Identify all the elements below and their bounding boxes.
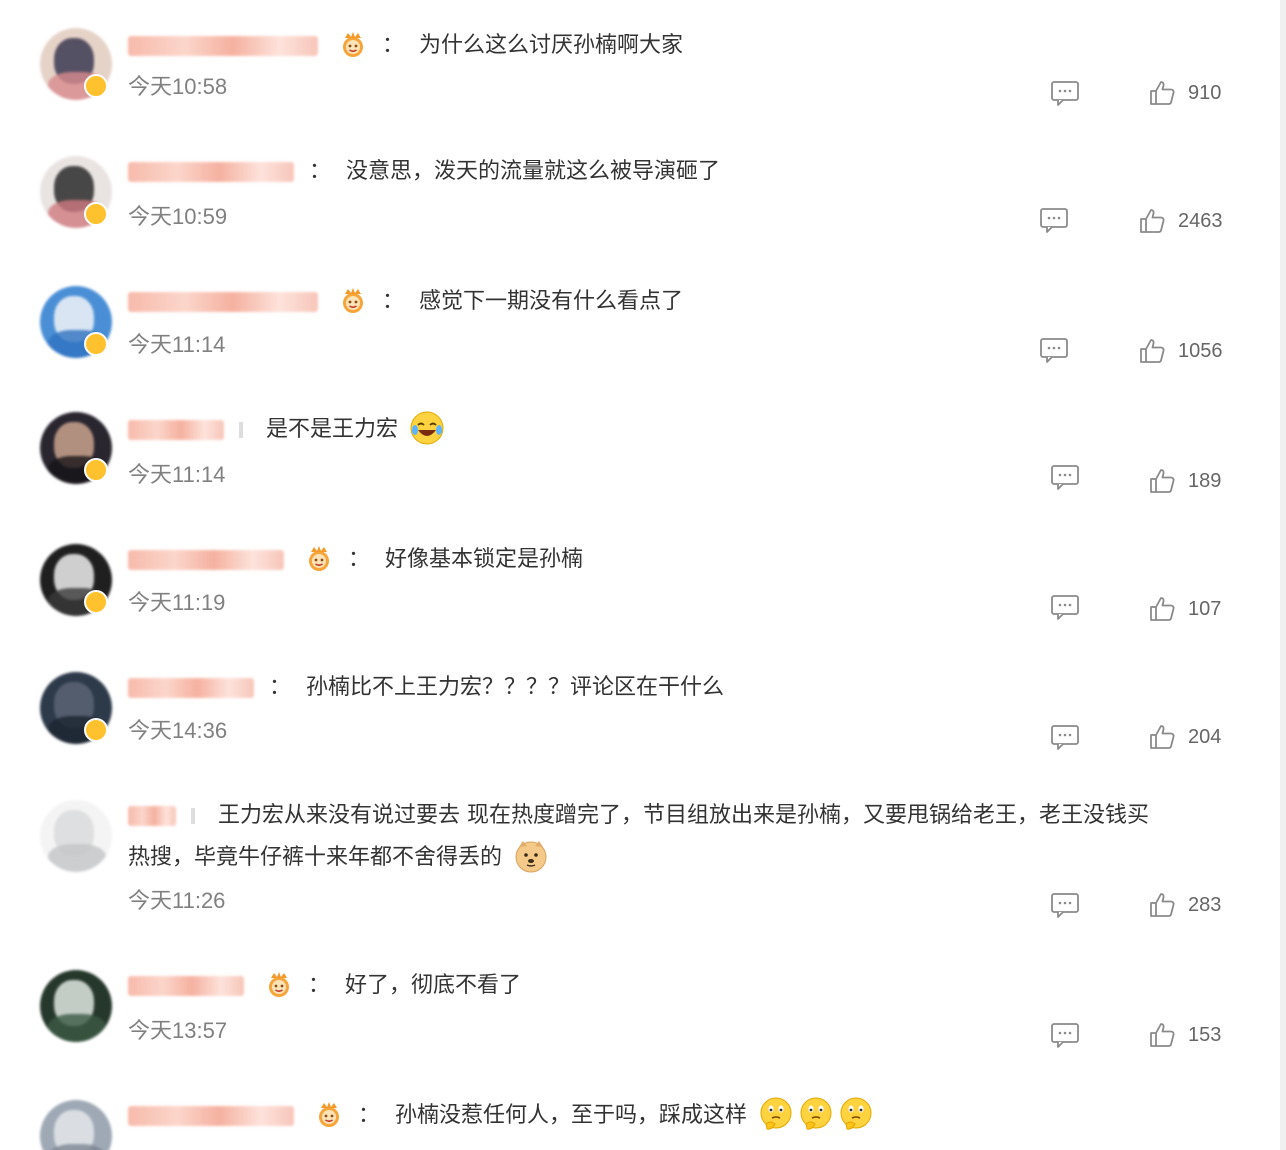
- like-count: 189: [1188, 469, 1222, 492]
- like-count: 2463: [1178, 209, 1223, 232]
- emoji-group: [405, 411, 445, 445]
- thumbs-up-icon: [1150, 1023, 1175, 1047]
- username[interactable]: [128, 162, 294, 182]
- laugh-cry-emoji-icon: [409, 410, 445, 446]
- thumbs-up-icon: [1140, 209, 1165, 233]
- thumbs-up-icon: [1150, 81, 1175, 105]
- comment-text: 感觉下一期没有什么看点了: [419, 289, 684, 314]
- timestamp: 今天14:36: [128, 718, 228, 743]
- avatar[interactable]: [40, 1100, 112, 1150]
- thumbs-up-icon: [1150, 469, 1175, 493]
- like-button[interactable]: 1056: [1138, 336, 1223, 366]
- timestamp: 今天10:58: [128, 74, 228, 99]
- separator: ：: [308, 973, 331, 998]
- crown-badge-icon: [305, 544, 333, 572]
- timestamp: 今天11:19: [128, 590, 226, 615]
- timestamp: 今天10:59: [128, 204, 228, 229]
- separator: ：: [358, 1103, 381, 1128]
- username[interactable]: [128, 976, 244, 996]
- thumbs-up-icon: [1150, 597, 1175, 621]
- verified-badge-icon: [84, 74, 108, 98]
- crown-badge-icon: [339, 30, 367, 58]
- separator: [191, 808, 195, 824]
- crown-badge-icon: [315, 1100, 343, 1128]
- like-count: 910: [1188, 81, 1222, 104]
- reply-icon[interactable]: [1039, 207, 1069, 233]
- like-button[interactable]: 107: [1148, 594, 1221, 624]
- username[interactable]: [128, 292, 318, 312]
- thumbs-up-icon: [1150, 893, 1175, 917]
- username[interactable]: [128, 36, 318, 56]
- crown-badge-icon: [339, 286, 367, 314]
- avatar[interactable]: [40, 800, 112, 872]
- separator: ：: [382, 33, 405, 58]
- username[interactable]: [128, 420, 224, 440]
- crown-badge-icon: [265, 970, 293, 998]
- timestamp: 今天11:14: [128, 332, 226, 357]
- like-count: 153: [1188, 1023, 1222, 1046]
- think-emoji-icon: [838, 1096, 874, 1132]
- comment-text: 为什么这么讨厌孙楠啊大家: [419, 33, 684, 58]
- emoji-group-2: [509, 841, 549, 873]
- reply-icon[interactable]: [1050, 892, 1080, 918]
- reply-icon[interactable]: [1050, 724, 1080, 750]
- like-button[interactable]: 204: [1148, 722, 1221, 752]
- verified-badge-icon: [84, 458, 108, 482]
- like-button[interactable]: 153: [1148, 1020, 1221, 1050]
- think-emoji-icon: [758, 1096, 794, 1132]
- username[interactable]: [128, 678, 254, 698]
- scrollbar-track[interactable]: [1280, 0, 1286, 1150]
- separator: ：: [269, 675, 292, 700]
- comment-list: ： 为什么这么讨厌孙楠啊大家 今天10:58 910 ： 没意思，泼天的流量就这…: [0, 0, 1286, 1150]
- comment-text: 孙楠没惹任何人，至于吗，踩成这样: [395, 1103, 748, 1128]
- like-button[interactable]: 189: [1148, 466, 1221, 496]
- like-button[interactable]: 910: [1148, 78, 1221, 108]
- comment-text: 好像基本锁定是孙楠: [385, 547, 584, 572]
- doge-emoji-icon: [513, 838, 549, 874]
- avatar[interactable]: [40, 970, 112, 1042]
- verified-badge-icon: [84, 590, 108, 614]
- reply-icon[interactable]: [1050, 1022, 1080, 1048]
- thumbs-up-icon: [1150, 725, 1175, 749]
- like-count: 1056: [1178, 339, 1223, 362]
- timestamp: 今天11:14: [128, 462, 226, 487]
- comment-text: 王力宏从来没有说过要去 现在热度蹭完了，节目组放出来是孙楠，又要甩锅给老王，老王…: [218, 803, 1149, 828]
- like-button[interactable]: 2463: [1138, 206, 1223, 236]
- reply-icon[interactable]: [1050, 80, 1080, 106]
- thumbs-up-icon: [1140, 339, 1165, 363]
- comment-text: 孙楠比不上王力宏？？？？评论区在干什么: [306, 675, 725, 700]
- comment-text: 是不是王力宏: [266, 417, 399, 442]
- separator: ：: [382, 289, 405, 314]
- reply-icon[interactable]: [1050, 464, 1080, 490]
- reply-icon[interactable]: [1050, 594, 1080, 620]
- think-emoji-icon: [798, 1096, 834, 1132]
- timestamp: 今天11:26: [128, 888, 226, 913]
- separator: ：: [348, 547, 371, 572]
- comment-text-continued: 热搜，毕竟牛仔裤十来年都不舍得丢的: [128, 845, 503, 870]
- reply-icon[interactable]: [1039, 337, 1069, 363]
- comment-text: 没意思，泼天的流量就这么被导演砸了: [346, 159, 721, 184]
- timestamp: 今天13:57: [128, 1018, 228, 1043]
- separator: [239, 422, 243, 438]
- emoji-group: [754, 1097, 874, 1130]
- like-count: 204: [1188, 725, 1222, 748]
- username[interactable]: [128, 550, 284, 570]
- verified-badge-icon: [84, 202, 108, 226]
- verified-badge-icon: [84, 718, 108, 742]
- separator: ：: [309, 159, 332, 184]
- like-count: 283: [1188, 893, 1222, 916]
- username[interactable]: [128, 806, 176, 826]
- comment-text: 好了，彻底不看了: [345, 973, 522, 998]
- like-button[interactable]: 283: [1148, 890, 1221, 920]
- username[interactable]: [128, 1106, 294, 1126]
- like-count: 107: [1188, 597, 1222, 620]
- verified-badge-icon: [84, 332, 108, 356]
